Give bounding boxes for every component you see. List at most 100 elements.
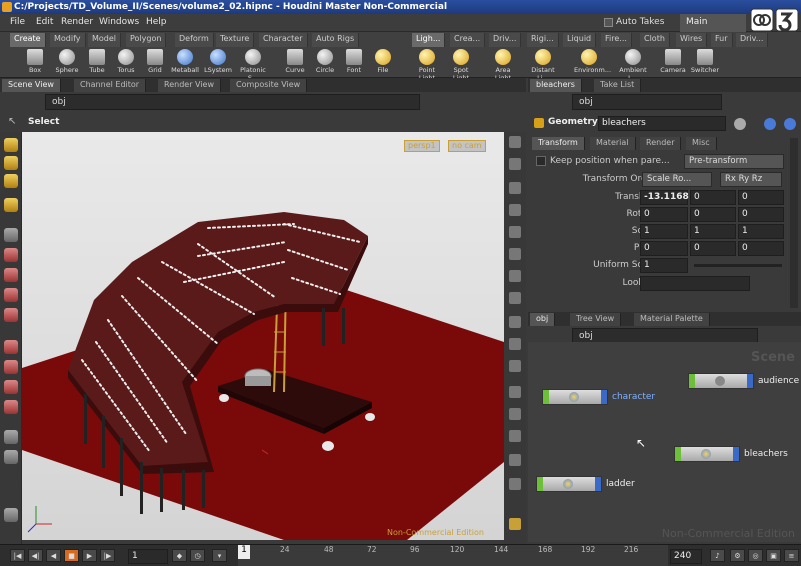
pivot-y-field[interactable]: 0 bbox=[690, 241, 736, 256]
tab-material[interactable]: Material bbox=[590, 137, 636, 150]
rotate-z-field[interactable]: 0 bbox=[738, 207, 784, 222]
tool-torus[interactable]: Torus bbox=[111, 49, 141, 77]
textures-icon[interactable] bbox=[509, 408, 521, 420]
desktop-main-tab[interactable]: Main bbox=[680, 14, 746, 32]
audio-icon[interactable]: ♪ bbox=[710, 549, 725, 562]
render-region-icon[interactable] bbox=[4, 430, 18, 444]
current-frame-field[interactable]: 1 bbox=[128, 549, 168, 564]
tool-platonic[interactable]: Platonic S... bbox=[238, 49, 268, 82]
handle-tool-icon[interactable] bbox=[4, 288, 18, 302]
scale-x-field[interactable]: 1 bbox=[640, 224, 688, 239]
shelf-tab-polygon[interactable]: Polygon bbox=[126, 33, 167, 47]
snap-grid-icon[interactable] bbox=[4, 340, 18, 354]
clip-icon[interactable]: ▣ bbox=[766, 549, 781, 562]
menu-render[interactable]: Render bbox=[61, 17, 93, 27]
node-audience[interactable] bbox=[688, 373, 754, 389]
view-camera-icon[interactable] bbox=[4, 450, 18, 464]
shelf-tab-fur[interactable]: Fur bbox=[711, 33, 733, 47]
move-tool-icon[interactable] bbox=[4, 228, 18, 242]
no-cam-dropdown[interactable]: no cam bbox=[448, 140, 486, 152]
rotate-order-dropdown[interactable]: Rx Ry Rz bbox=[720, 172, 782, 187]
3d-viewport[interactable] bbox=[22, 132, 504, 540]
node-ladder[interactable] bbox=[536, 476, 602, 492]
tool-file[interactable]: File bbox=[368, 49, 398, 77]
tool-curve[interactable]: Curve bbox=[280, 49, 310, 77]
smooth-shaded-icon[interactable] bbox=[509, 248, 521, 260]
scale-y-field[interactable]: 1 bbox=[690, 224, 736, 239]
timeline-playhead[interactable]: 1 bbox=[238, 545, 250, 559]
more-options-icon[interactable]: ≡ bbox=[784, 549, 799, 562]
tab-take-list[interactable]: Take List bbox=[594, 79, 642, 92]
tool-ambient-light[interactable]: Ambient L... bbox=[618, 49, 648, 82]
tab-misc[interactable]: Misc bbox=[686, 137, 717, 150]
key-options-icon[interactable]: ⚙ bbox=[730, 549, 745, 562]
background-icon[interactable] bbox=[509, 454, 521, 466]
uniform-scale-slider[interactable] bbox=[694, 264, 782, 267]
snap-multi-icon[interactable] bbox=[4, 400, 18, 414]
tool-grid[interactable]: Grid bbox=[140, 49, 170, 77]
shelf-tab-liquid[interactable]: Liquid bbox=[563, 33, 597, 47]
realtime-icon[interactable]: ◷ bbox=[190, 549, 205, 562]
node-name-field[interactable]: bleachers bbox=[598, 116, 726, 131]
normals-icon[interactable] bbox=[509, 316, 521, 328]
menu-edit[interactable]: Edit bbox=[36, 17, 53, 27]
ghost-icon[interactable] bbox=[509, 270, 521, 282]
transform-order-dropdown[interactable]: Scale Ro... bbox=[642, 172, 712, 187]
scene-path-field[interactable]: obj bbox=[45, 94, 420, 110]
timeline-slider[interactable]: 1 24 48 72 96 120 144 168 192 216 bbox=[238, 545, 668, 566]
tool-font[interactable]: Font bbox=[339, 49, 369, 77]
uniform-scale-field[interactable]: 1 bbox=[640, 258, 688, 273]
tool-circle[interactable]: Circle bbox=[310, 49, 340, 77]
shelf-tab-texture[interactable]: Texture bbox=[216, 33, 255, 47]
rotate-x-field[interactable]: 0 bbox=[640, 207, 688, 222]
global-anim-icon[interactable]: ◎ bbox=[748, 549, 763, 562]
pivot-z-field[interactable]: 0 bbox=[738, 241, 784, 256]
shelf-tab-lights[interactable]: Ligh... bbox=[412, 33, 446, 47]
keyframe-icon[interactable]: ▾ bbox=[212, 549, 227, 562]
tab-render[interactable]: Render bbox=[640, 137, 682, 150]
shadows-icon[interactable] bbox=[509, 430, 521, 442]
param-scrollbar[interactable] bbox=[790, 138, 798, 308]
pre-transform-button[interactable]: Pre-transform bbox=[684, 154, 784, 169]
tab-transform[interactable]: Transform bbox=[532, 137, 585, 150]
keep-position-checkbox[interactable] bbox=[536, 156, 546, 166]
shelf-tab-character[interactable]: Character bbox=[259, 33, 308, 47]
points-icon[interactable] bbox=[509, 292, 521, 304]
frame-step-icon[interactable]: ◆ bbox=[172, 549, 187, 562]
tool-sphere[interactable]: Sphere bbox=[52, 49, 82, 77]
display-geo-icon[interactable] bbox=[509, 338, 521, 350]
shelf-tab-crea[interactable]: Crea... bbox=[450, 33, 486, 47]
shelf-tab-cloth[interactable]: Cloth bbox=[640, 33, 670, 47]
home-view-icon[interactable] bbox=[509, 158, 521, 170]
node-character[interactable] bbox=[542, 389, 608, 405]
shelf-tab-auto-rigs[interactable]: Auto Rigs bbox=[312, 33, 360, 47]
shelf-tab-create[interactable]: Create bbox=[10, 33, 46, 47]
play-reverse-button[interactable]: ◀ bbox=[46, 549, 61, 562]
look-at-field[interactable] bbox=[640, 276, 750, 291]
lights-icon[interactable] bbox=[509, 386, 521, 398]
wireframe-icon[interactable] bbox=[509, 204, 521, 216]
tool-spot-light[interactable]: Spot Light bbox=[446, 49, 476, 82]
menu-help[interactable]: Help bbox=[146, 17, 167, 27]
camera-dropdown[interactable]: persp1 bbox=[404, 140, 440, 152]
shelf-tab-driv[interactable]: Driv... bbox=[489, 33, 522, 47]
param-path-field[interactable]: obj bbox=[572, 94, 722, 110]
menu-windows[interactable]: Windows bbox=[99, 17, 139, 27]
gear-icon[interactable] bbox=[734, 118, 746, 130]
shelf-tab-fire[interactable]: Fire... bbox=[601, 33, 632, 47]
scale-z-field[interactable]: 1 bbox=[738, 224, 784, 239]
help-icon[interactable] bbox=[764, 118, 776, 130]
lock-view-icon[interactable] bbox=[509, 136, 521, 148]
tab-channel-editor[interactable]: Channel Editor bbox=[74, 79, 147, 92]
rotate-y-field[interactable]: 0 bbox=[690, 207, 736, 222]
tab-material-palette[interactable]: Material Palette bbox=[634, 313, 710, 326]
step-forward-button[interactable]: |▶ bbox=[100, 549, 115, 562]
info-icon[interactable] bbox=[784, 118, 796, 130]
select-tool-icon[interactable] bbox=[4, 138, 18, 152]
tool-metaball[interactable]: Metaball bbox=[170, 49, 200, 77]
tab-composite-view[interactable]: Composite View bbox=[230, 79, 308, 92]
stop-button[interactable]: ■ bbox=[64, 549, 79, 562]
tool-lsystem[interactable]: LSystem bbox=[203, 49, 233, 77]
pivot-x-field[interactable]: 0 bbox=[640, 241, 688, 256]
display-options-icon[interactable] bbox=[4, 508, 18, 522]
